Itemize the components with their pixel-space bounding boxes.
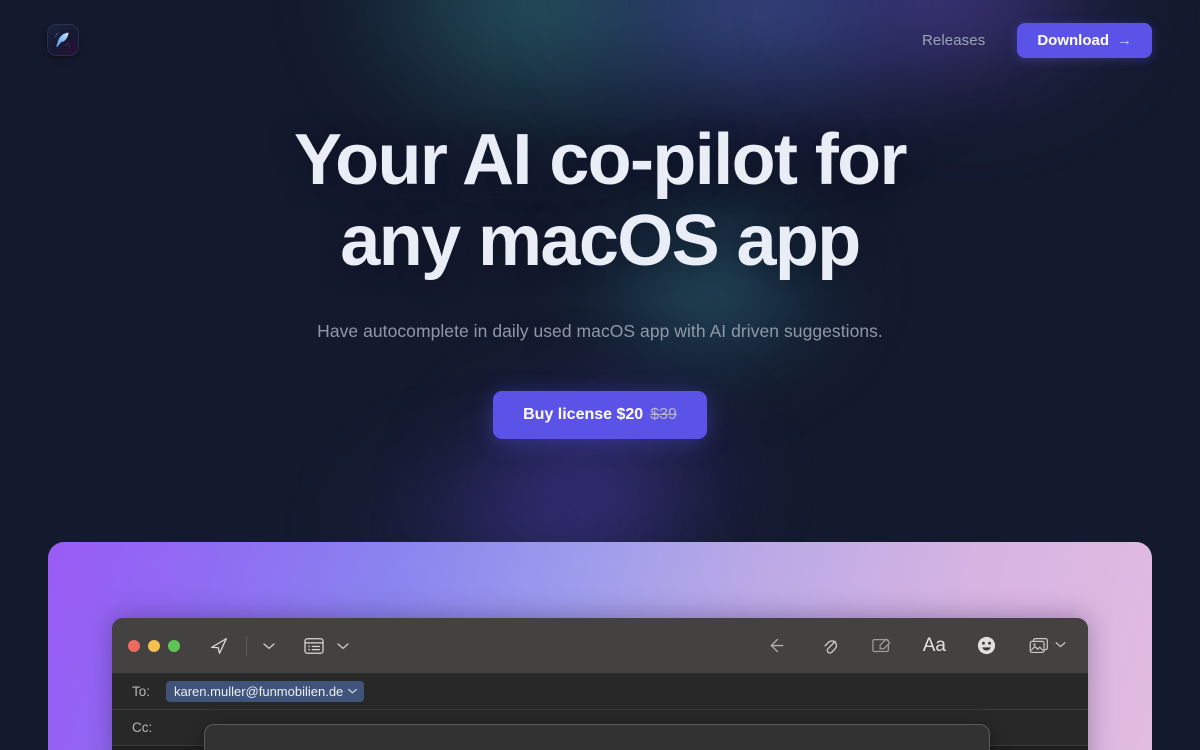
attachment-paperclip-icon[interactable] xyxy=(815,631,847,661)
headline-line-1: Your AI co-pilot for xyxy=(294,120,908,200)
showcase-gradient-card: Aa To: karen.muller@funmobilien.de Cc: xyxy=(48,542,1152,750)
photo-browser-icon[interactable] xyxy=(1021,632,1072,660)
site-header: Releases Download → xyxy=(0,0,1200,80)
text-format-label: Aa xyxy=(922,635,946,656)
mail-toolbar-right-group: Aa xyxy=(763,631,1072,661)
nav-link-releases[interactable]: Releases xyxy=(922,32,985,49)
minimize-window-button[interactable] xyxy=(148,639,160,652)
buy-license-label: Buy license $20 xyxy=(523,405,644,423)
mail-toolbar: Aa xyxy=(112,618,1088,674)
photo-browser-chevron-icon xyxy=(1055,640,1066,651)
emoji-icon[interactable] xyxy=(970,631,1003,660)
zoom-window-button[interactable] xyxy=(168,639,180,652)
window-traffic-lights xyxy=(128,639,180,652)
recipient-token-to[interactable]: karen.muller@funmobilien.de xyxy=(166,681,365,702)
headline-line-2: any macOS app xyxy=(340,200,861,281)
ai-suggestion-popup[interactable] xyxy=(204,724,990,750)
template-chevron-icon[interactable] xyxy=(331,638,355,654)
mail-compose-window: Aa To: karen.muller@funmobilien.de Cc: xyxy=(112,618,1088,750)
markup-annotate-icon[interactable] xyxy=(865,632,899,660)
toolbar-divider xyxy=(246,635,247,656)
arrow-right-icon: → xyxy=(1117,31,1132,49)
template-icon[interactable] xyxy=(297,633,331,659)
close-window-button[interactable] xyxy=(128,639,140,652)
page-title: Your AI co-pilot for any macOS app xyxy=(170,120,1030,281)
hero-cta-wrapper: Buy license $20 $39 xyxy=(0,390,1200,439)
send-options-chevron-icon[interactable] xyxy=(257,638,281,654)
cc-field-label: Cc: xyxy=(132,720,153,735)
buy-license-button[interactable]: Buy license $20 $39 xyxy=(493,390,707,439)
landing-page: Releases Download → Your AI co-pilot for… xyxy=(0,0,1200,750)
reply-arrow-icon[interactable] xyxy=(763,632,797,660)
download-button[interactable]: Download → xyxy=(1017,22,1152,58)
field-row-to: To: karen.muller@funmobilien.de xyxy=(112,674,1088,710)
download-button-label: Download xyxy=(1037,31,1109,49)
hero-subtitle: Have autocomplete in daily used macOS ap… xyxy=(317,321,883,342)
old-price-strikethrough: $39 xyxy=(650,405,677,423)
recipient-chevron-down-icon xyxy=(348,686,358,697)
recipient-email: karen.muller@funmobilien.de xyxy=(174,684,344,699)
feather-quill-app-icon[interactable] xyxy=(48,25,78,55)
send-icon[interactable] xyxy=(202,631,236,661)
to-field-label: To: xyxy=(132,684,151,699)
hero-section: Your AI co-pilot for any macOS app Have … xyxy=(0,120,1200,439)
text-format-icon[interactable]: Aa xyxy=(917,632,952,659)
